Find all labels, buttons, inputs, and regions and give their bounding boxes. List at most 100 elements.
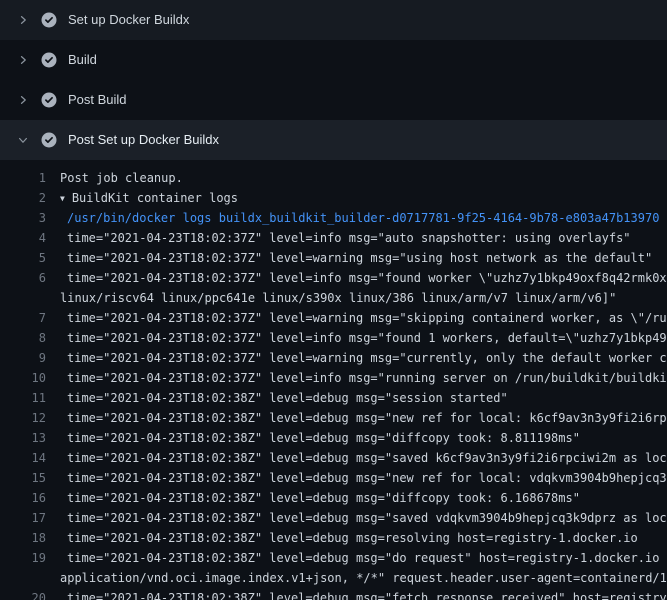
chevron-right-icon xyxy=(16,53,30,67)
line-text: time="2021-04-23T18:02:38Z" level=debug … xyxy=(60,548,667,568)
line-number[interactable]: 10 xyxy=(0,368,60,388)
line-text: application/vnd.oci.image.index.v1+json,… xyxy=(60,568,667,588)
log-line: 6 time="2021-04-23T18:02:37Z" level=info… xyxy=(0,268,667,288)
line-text-content: application/vnd.oci.image.index.v1+json,… xyxy=(60,571,667,585)
check-circle-icon xyxy=(41,12,57,28)
line-text-content: time="2021-04-23T18:02:38Z" level=debug … xyxy=(67,591,667,600)
line-text: time="2021-04-23T18:02:38Z" level=debug … xyxy=(60,488,667,508)
line-number[interactable]: 16 xyxy=(0,488,60,508)
line-text-content: time="2021-04-23T18:02:38Z" level=debug … xyxy=(67,551,667,565)
line-number[interactable]: 2 xyxy=(0,188,60,208)
step-title: Post Set up Docker Buildx xyxy=(68,132,219,148)
line-text-content: time="2021-04-23T18:02:38Z" level=debug … xyxy=(67,471,667,485)
line-text-content: time="2021-04-23T18:02:38Z" level=debug … xyxy=(67,531,638,545)
chevron-right-icon xyxy=(16,93,30,107)
log-line: application/vnd.oci.image.index.v1+json,… xyxy=(0,568,667,588)
line-text: time="2021-04-23T18:02:37Z" level=warnin… xyxy=(60,348,667,368)
log-line: 16 time="2021-04-23T18:02:38Z" level=deb… xyxy=(0,488,667,508)
log-line: 2 ▼ BuildKit container logs xyxy=(0,188,667,208)
step-header[interactable]: Post Build xyxy=(0,80,667,120)
line-number[interactable] xyxy=(0,568,60,588)
line-text: time="2021-04-23T18:02:37Z" level=info m… xyxy=(60,268,667,288)
group-caret-icon: ▼ xyxy=(60,194,65,203)
check-circle-icon xyxy=(41,132,57,148)
line-number[interactable]: 15 xyxy=(0,468,60,488)
line-text-content: time="2021-04-23T18:02:37Z" level=info m… xyxy=(67,231,631,245)
line-text: time="2021-04-23T18:02:37Z" level=warnin… xyxy=(60,308,667,328)
line-text: time="2021-04-23T18:02:38Z" level=debug … xyxy=(60,508,667,528)
log-line: 15 time="2021-04-23T18:02:38Z" level=deb… xyxy=(0,468,667,488)
line-text-content: time="2021-04-23T18:02:37Z" level=info m… xyxy=(67,331,667,345)
actions-log-viewer: Set up Docker Buildx Build P xyxy=(0,0,667,600)
line-text-content: BuildKit container logs xyxy=(72,191,238,205)
log-line: linux/riscv64 linux/ppc641e linux/s390x … xyxy=(0,288,667,308)
line-text: time="2021-04-23T18:02:38Z" level=debug … xyxy=(60,468,667,488)
line-number[interactable]: 4 xyxy=(0,228,60,248)
line-number[interactable]: 5 xyxy=(0,248,60,268)
log-line: 1 Post job cleanup. xyxy=(0,168,667,188)
line-text-content: time="2021-04-23T18:02:38Z" level=debug … xyxy=(67,431,580,445)
step-title: Build xyxy=(68,52,97,68)
step-header[interactable]: Set up Docker Buildx xyxy=(0,0,667,40)
line-text: /usr/bin/docker logs buildx_buildkit_bui… xyxy=(60,208,667,228)
line-number[interactable]: 11 xyxy=(0,388,60,408)
log-line: 4 time="2021-04-23T18:02:37Z" level=info… xyxy=(0,228,667,248)
line-text-content: time="2021-04-23T18:02:37Z" level=info m… xyxy=(67,271,667,285)
line-number[interactable]: 12 xyxy=(0,408,60,428)
line-text-content: time="2021-04-23T18:02:38Z" level=debug … xyxy=(67,491,580,505)
log-line: 13 time="2021-04-23T18:02:38Z" level=deb… xyxy=(0,428,667,448)
line-text-content: linux/riscv64 linux/ppc641e linux/s390x … xyxy=(60,291,616,305)
log-line: 20 time="2021-04-23T18:02:38Z" level=deb… xyxy=(0,588,667,600)
line-number[interactable] xyxy=(0,288,60,308)
line-text: time="2021-04-23T18:02:38Z" level=debug … xyxy=(60,588,667,600)
line-text: time="2021-04-23T18:02:38Z" level=debug … xyxy=(60,408,667,428)
line-number[interactable]: 1 xyxy=(0,168,60,188)
line-number[interactable]: 13 xyxy=(0,428,60,448)
log-line: 17 time="2021-04-23T18:02:38Z" level=deb… xyxy=(0,508,667,528)
check-circle-icon xyxy=(41,52,57,68)
step-header[interactable]: Post Set up Docker Buildx xyxy=(0,120,667,160)
line-number[interactable]: 8 xyxy=(0,328,60,348)
line-text: time="2021-04-23T18:02:37Z" level=info m… xyxy=(60,368,667,388)
line-number[interactable]: 14 xyxy=(0,448,60,468)
line-number[interactable]: 18 xyxy=(0,528,60,548)
chevron-down-icon xyxy=(16,133,30,147)
line-number[interactable]: 9 xyxy=(0,348,60,368)
line-number[interactable]: 17 xyxy=(0,508,60,528)
line-text: time="2021-04-23T18:02:37Z" level=warnin… xyxy=(60,248,667,268)
log-line: 7 time="2021-04-23T18:02:37Z" level=warn… xyxy=(0,308,667,328)
step-title: Post Build xyxy=(68,92,127,108)
chevron-right-icon xyxy=(16,13,30,27)
log-line: 8 time="2021-04-23T18:02:37Z" level=info… xyxy=(0,328,667,348)
line-text-content: time="2021-04-23T18:02:37Z" level=warnin… xyxy=(67,351,667,365)
line-number[interactable]: 7 xyxy=(0,308,60,328)
log-line: 12 time="2021-04-23T18:02:38Z" level=deb… xyxy=(0,408,667,428)
line-text: time="2021-04-23T18:02:38Z" level=debug … xyxy=(60,528,667,548)
line-text-content: time="2021-04-23T18:02:37Z" level=warnin… xyxy=(67,311,667,325)
line-number[interactable]: 20 xyxy=(0,588,60,600)
log-line: 9 time="2021-04-23T18:02:37Z" level=warn… xyxy=(0,348,667,368)
step-title: Set up Docker Buildx xyxy=(68,12,189,28)
log-line: 19 time="2021-04-23T18:02:38Z" level=deb… xyxy=(0,548,667,568)
line-text: linux/riscv64 linux/ppc641e linux/s390x … xyxy=(60,288,667,308)
step-list: Set up Docker Buildx Build P xyxy=(0,0,667,160)
line-text: time="2021-04-23T18:02:38Z" level=debug … xyxy=(60,448,667,468)
line-text: time="2021-04-23T18:02:37Z" level=info m… xyxy=(60,328,667,348)
check-circle-icon xyxy=(41,92,57,108)
line-text-content: time="2021-04-23T18:02:38Z" level=debug … xyxy=(67,411,667,425)
line-text: Post job cleanup. xyxy=(60,168,667,188)
log-line: 14 time="2021-04-23T18:02:38Z" level=deb… xyxy=(0,448,667,468)
log-line: 18 time="2021-04-23T18:02:38Z" level=deb… xyxy=(0,528,667,548)
line-text[interactable]: ▼ BuildKit container logs xyxy=(60,188,667,208)
log-line: 10 time="2021-04-23T18:02:37Z" level=inf… xyxy=(0,368,667,388)
line-number[interactable]: 6 xyxy=(0,268,60,288)
log-line: 3 /usr/bin/docker logs buildx_buildkit_b… xyxy=(0,208,667,228)
line-number[interactable]: 3 xyxy=(0,208,60,228)
line-number[interactable]: 19 xyxy=(0,548,60,568)
log-line: 11 time="2021-04-23T18:02:38Z" level=deb… xyxy=(0,388,667,408)
line-text-content: time="2021-04-23T18:02:38Z" level=debug … xyxy=(67,511,667,525)
step-header[interactable]: Build xyxy=(0,40,667,80)
line-text-content: time="2021-04-23T18:02:38Z" level=debug … xyxy=(67,391,508,405)
line-text: time="2021-04-23T18:02:38Z" level=debug … xyxy=(60,388,667,408)
line-text-content: time="2021-04-23T18:02:37Z" level=info m… xyxy=(67,371,667,385)
